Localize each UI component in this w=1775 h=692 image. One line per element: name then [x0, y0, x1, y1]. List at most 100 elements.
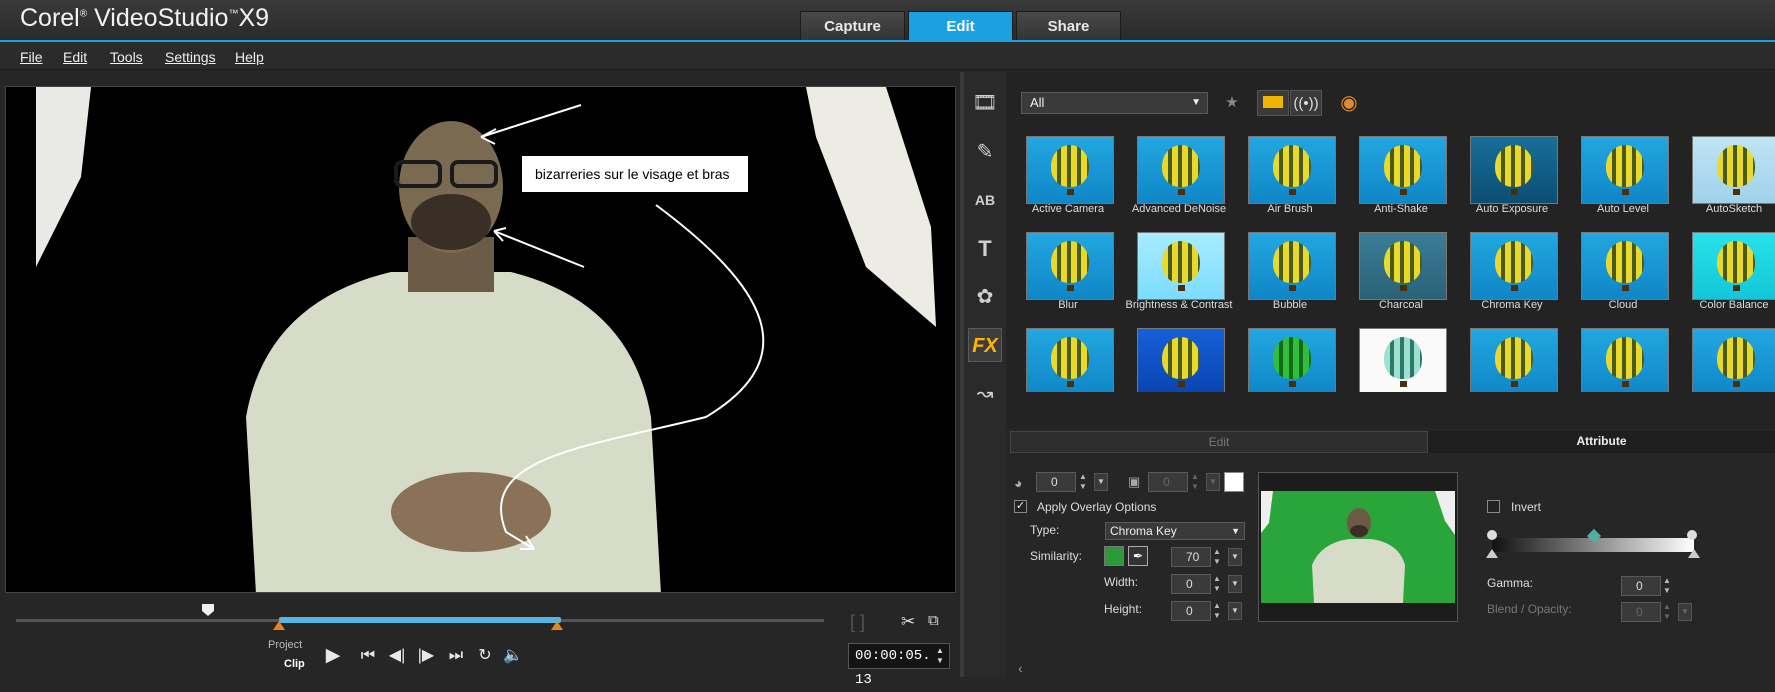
instant-project-icon[interactable]: ✎	[968, 135, 1002, 169]
effect-thumbnail[interactable]: Auto Level	[1569, 126, 1677, 220]
effect-thumbnail[interactable]: Auto Exposure	[1458, 126, 1566, 220]
transparency-icon: ◕	[1014, 475, 1023, 491]
fx-icon[interactable]: FX	[968, 328, 1002, 362]
effect-thumbnail[interactable]: Bubble	[1236, 222, 1344, 316]
similarity-spinner[interactable]: ▲ ▼	[1211, 547, 1223, 567]
balloon-preview-image	[1470, 136, 1558, 204]
effect-thumbnail[interactable]	[1458, 318, 1566, 392]
gradient-end-handle[interactable]	[1687, 530, 1697, 540]
gradient-start-stop[interactable]	[1486, 549, 1498, 558]
volume-icon[interactable]: 🔈	[502, 645, 524, 667]
menu-edit[interactable]: Edit	[63, 49, 87, 65]
menu-tools[interactable]: Tools	[110, 49, 143, 65]
path-icon[interactable]: ↝	[968, 377, 1002, 411]
home-icon[interactable]: ⏮	[357, 645, 379, 667]
step-forward-icon[interactable]: |▶	[415, 645, 437, 667]
menu-help[interactable]: Help	[235, 49, 264, 65]
mode-clip[interactable]: Clip	[284, 658, 305, 670]
height-label: Height:	[1104, 602, 1143, 616]
timecode-field[interactable]: 00:00:05. 13	[848, 643, 950, 688]
filter-dropdown[interactable]: All ▼	[1021, 92, 1208, 114]
play-icon[interactable]: ▶	[322, 645, 344, 667]
blend-opacity-input[interactable]: 0	[1621, 602, 1661, 622]
transition-icon[interactable]: AB	[968, 183, 1002, 217]
gamma-input[interactable]: 0	[1621, 576, 1661, 596]
effect-thumbnail[interactable]: Brightness & Contrast	[1125, 222, 1233, 316]
graphic-icon[interactable]: ✿	[968, 280, 1002, 314]
effect-thumbnail[interactable]: Chroma Key	[1458, 222, 1566, 316]
eyedropper-icon[interactable]: ✒	[1128, 546, 1148, 566]
invert-checkbox[interactable]	[1487, 500, 1500, 513]
width-input[interactable]: 0	[1171, 574, 1211, 594]
effect-thumbnail[interactable]	[1236, 318, 1344, 392]
tab-edit[interactable]: Edit	[908, 11, 1013, 40]
transparency-spinner[interactable]: ▲ ▼	[1077, 472, 1089, 492]
effect-thumbnail[interactable]: Color Balance	[1680, 222, 1775, 316]
height-dropdown[interactable]: ▼	[1228, 602, 1242, 620]
scissors-icon[interactable]: ✂	[901, 612, 921, 632]
title-icon[interactable]: T	[968, 232, 1002, 266]
balloon-preview-image	[1137, 328, 1225, 392]
preview-window[interactable]	[5, 86, 956, 593]
transparency-input[interactable]: 0	[1036, 472, 1076, 492]
effect-thumbnail[interactable]	[1347, 318, 1455, 392]
border-color-swatch[interactable]	[1224, 472, 1244, 492]
effect-thumbnail[interactable]: Cloud	[1569, 222, 1677, 316]
collapse-panel-icon[interactable]: ‹	[1018, 660, 1023, 676]
similarity-dropdown[interactable]: ▼	[1228, 548, 1242, 566]
key-color-swatch[interactable]	[1104, 546, 1124, 566]
similarity-label: Similarity:	[1030, 549, 1083, 563]
step-back-icon[interactable]: ◀|	[386, 645, 408, 667]
effect-thumbnail[interactable]	[1569, 318, 1677, 392]
width-spinner[interactable]: ▲ ▼	[1211, 574, 1223, 594]
effect-thumbnail[interactable]	[1680, 318, 1775, 392]
effect-thumbnail[interactable]	[1014, 318, 1122, 392]
mark-in-out-icon[interactable]: [ ]	[850, 612, 886, 632]
menu-settings[interactable]: Settings	[165, 49, 216, 65]
mode-project[interactable]: Project	[268, 639, 302, 651]
effect-thumbnail[interactable]: Blur	[1014, 222, 1122, 316]
gradient-start-handle[interactable]	[1487, 530, 1497, 540]
balloon-preview-image	[1137, 136, 1225, 204]
effect-thumbnail[interactable]	[1125, 318, 1233, 392]
trim-in-handle[interactable]	[273, 621, 285, 630]
overlay-type-dropdown[interactable]: Chroma Key ▼	[1105, 522, 1245, 540]
trim-range[interactable]	[279, 617, 561, 623]
effect-thumbnail[interactable]: Anti-Shake	[1347, 126, 1455, 220]
blend-opacity-spinner[interactable]: ▲ ▼	[1661, 602, 1673, 622]
border-spinner[interactable]: ▲ ▼	[1189, 472, 1201, 492]
tab-capture[interactable]: Capture	[800, 11, 905, 40]
transparency-dropdown[interactable]: ▼	[1094, 473, 1108, 491]
effect-thumbnail[interactable]: Active Camera	[1014, 126, 1122, 220]
effect-thumbnail[interactable]: AutoSketch	[1680, 126, 1775, 220]
similarity-input[interactable]: 70	[1171, 547, 1211, 567]
height-input[interactable]: 0	[1171, 601, 1211, 621]
repeat-icon[interactable]: ↻	[474, 645, 496, 667]
gradient-end-stop[interactable]	[1688, 549, 1700, 558]
browse-icon[interactable]: ◉	[1336, 90, 1362, 116]
border-input[interactable]: 0	[1148, 472, 1188, 492]
tab-share[interactable]: Share	[1016, 11, 1121, 40]
effect-thumbnail[interactable]: Advanced DeNoise	[1125, 126, 1233, 220]
gamma-spinner[interactable]: ▲ ▼	[1661, 576, 1673, 596]
blend-opacity-dropdown[interactable]: ▼	[1678, 603, 1692, 621]
height-spinner[interactable]: ▲ ▼	[1211, 601, 1223, 621]
trim-out-handle[interactable]	[551, 621, 563, 630]
tab-options-edit[interactable]: Edit	[1010, 431, 1428, 453]
playhead-icon[interactable]	[201, 603, 215, 617]
show-audio-filters-icon[interactable]: ((•))	[1290, 90, 1322, 116]
media-icon[interactable]: 🎞	[968, 86, 1002, 120]
app-logo: Corel® VideoStudio™X9	[20, 4, 270, 32]
effect-thumbnail[interactable]: Charcoal	[1347, 222, 1455, 316]
width-dropdown[interactable]: ▼	[1228, 575, 1242, 593]
tab-options-attribute[interactable]: Attribute	[1428, 431, 1775, 453]
copy-clip-icon[interactable]: ⧉	[928, 612, 950, 632]
apply-overlay-checkbox[interactable]: ✓	[1014, 500, 1027, 513]
menu-file[interactable]: File	[20, 49, 43, 65]
add-to-favorites-icon[interactable]: ★	[1219, 90, 1245, 116]
effect-thumbnail[interactable]: Air Brush	[1236, 126, 1344, 220]
end-icon[interactable]: ⏭	[445, 645, 467, 667]
border-dropdown[interactable]: ▼	[1206, 473, 1220, 491]
timecode-spinner[interactable]: ▲ ▼	[936, 646, 944, 666]
show-video-filters-icon[interactable]	[1257, 90, 1289, 116]
